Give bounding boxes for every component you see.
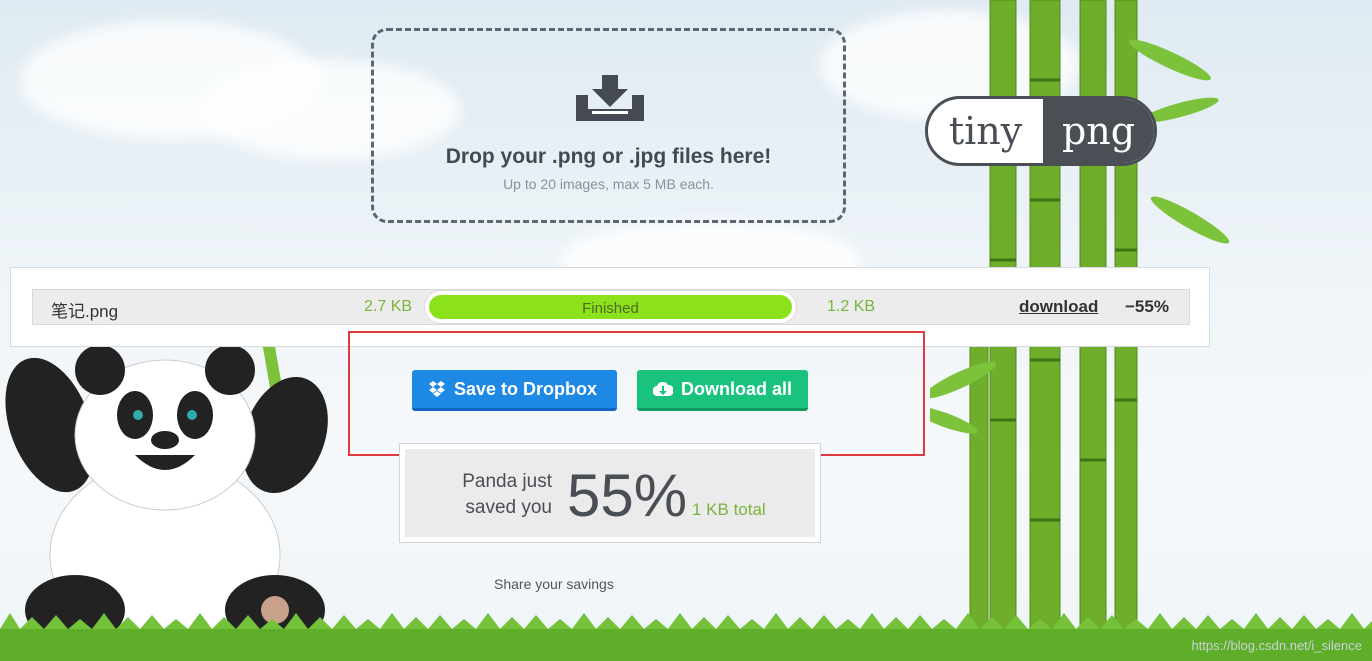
logo-tiny: tiny (948, 109, 1023, 153)
savings-inner: Panda just saved you 55% 1 KB total (405, 449, 815, 537)
grass-strip (0, 613, 1372, 661)
drop-zone-title: Drop your .png or .jpg files here! (445, 145, 772, 168)
drop-zone-subtitle: Up to 20 images, max 5 MB each. (503, 176, 714, 192)
savings-total: 1 KB total (692, 500, 766, 519)
tinypng-logo[interactable]: tiny png (925, 96, 1157, 166)
share-savings-link[interactable]: Share your savings (494, 576, 614, 592)
savings-percent: 55% (567, 462, 688, 529)
panda-mascot (5, 325, 328, 645)
logo-png: png (1043, 99, 1154, 163)
savings-line-2: saved you (465, 497, 552, 518)
download-link[interactable]: download (1019, 297, 1098, 317)
savings-line-1: Panda just (462, 471, 552, 492)
download-all-label: Download all (681, 378, 793, 399)
original-size: 2.7 KB (364, 298, 413, 315)
progress-status: Finished (582, 300, 639, 317)
file-drop-zone[interactable]: Drop your .png or .jpg files here! Up to… (371, 28, 846, 223)
cloud-download-icon (653, 381, 673, 397)
watermark-text: https://blog.csdn.net/i_silence (1191, 638, 1362, 653)
download-tray-icon (576, 75, 644, 121)
compressed-size: 1.2 KB (827, 298, 876, 315)
file-name: 笔记.png (51, 302, 119, 321)
progress-bar: Finished (424, 290, 797, 324)
download-all-button[interactable]: Download all (637, 370, 808, 411)
savings-message: Panda just saved you (440, 469, 552, 521)
file-row: 笔记.png 2.7 KB Finished 1.2 KB download −… (32, 289, 1190, 325)
save-to-dropbox-button[interactable]: Save to Dropbox (412, 370, 617, 411)
savings-panel: Panda just saved you 55% 1 KB total (399, 443, 821, 543)
dropbox-icon (429, 381, 445, 397)
reduction-percent: −55% (1125, 297, 1169, 316)
save-to-dropbox-label: Save to Dropbox (454, 378, 598, 399)
